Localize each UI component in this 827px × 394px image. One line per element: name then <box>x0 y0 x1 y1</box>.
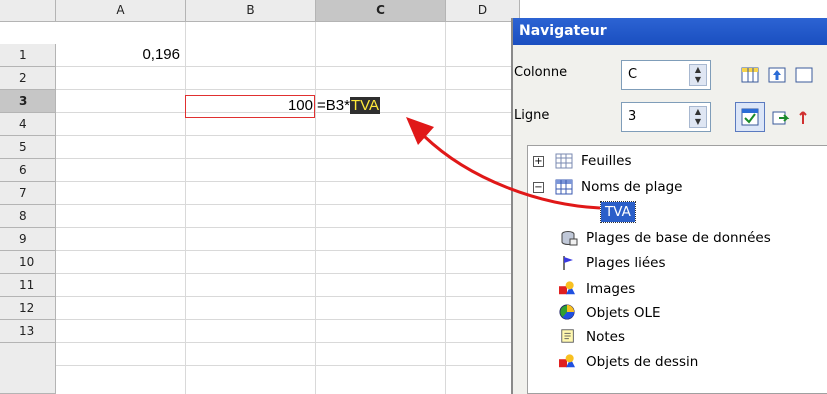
row-header-9[interactable]: 9 <box>0 228 56 251</box>
grid-line <box>445 22 446 394</box>
grid-line <box>56 89 520 90</box>
tree-item-sheets[interactable]: Feuilles <box>581 150 631 172</box>
spin-arrows-icon[interactable]: ▲ ▼ <box>689 64 707 86</box>
data-range-icon[interactable] <box>740 65 760 85</box>
tree-item-ole-objects[interactable]: Objets OLE <box>586 302 661 324</box>
tree-item-db-ranges[interactable]: Plages de base de données <box>586 227 771 249</box>
grid-line <box>56 273 520 274</box>
grid-line <box>56 250 520 251</box>
grid-line <box>56 296 520 297</box>
row-header-11[interactable]: 11 <box>0 274 56 297</box>
navigator-title[interactable]: Navigateur <box>513 18 827 45</box>
grid-line <box>56 204 520 205</box>
end-icon[interactable] <box>794 65 814 85</box>
spreadsheet-grid[interactable]: A B C D 1 2 3 4 5 6 7 8 9 10 11 12 13 0,… <box>0 0 520 394</box>
row-header-6[interactable]: 6 <box>0 159 56 182</box>
tree-item-drawing-objects[interactable]: Objets de dessin <box>586 351 698 373</box>
tree-item-tva[interactable]: TVA <box>600 201 636 223</box>
column-spinbox[interactable]: C ▲ ▼ <box>621 60 711 90</box>
start-icon[interactable] <box>767 65 787 85</box>
row-header-1[interactable]: 1 <box>0 44 56 67</box>
grid-line <box>185 22 186 394</box>
toggle-icon[interactable] <box>771 108 791 128</box>
navigator-panel: Navigateur Colonne C ▲ ▼ Ligne 3 ▲ ▼ + Feu… <box>511 18 827 394</box>
row-value: 3 <box>628 109 637 124</box>
database-icon <box>561 231 578 246</box>
toolbar-clip <box>797 108 827 128</box>
row-header-2[interactable]: 2 <box>0 67 56 90</box>
row-spinbox[interactable]: 3 ▲ ▼ <box>621 102 711 132</box>
select-all-corner[interactable] <box>0 0 56 22</box>
grid-line <box>56 227 520 228</box>
tree-item-notes[interactable]: Notes <box>586 326 625 348</box>
row-header-12[interactable]: 12 <box>0 297 56 320</box>
notes-icon <box>561 329 574 343</box>
grid-line <box>56 158 520 159</box>
row-header-7[interactable]: 7 <box>0 182 56 205</box>
column-label: Colonne <box>514 65 568 80</box>
row-label: Ligne <box>514 108 550 123</box>
ole-objects-icon <box>559 304 575 320</box>
content-toggle-button[interactable] <box>735 102 765 132</box>
grid-line <box>56 181 520 182</box>
range-names-icon <box>555 179 573 195</box>
images-icon <box>559 281 575 295</box>
tree-item-range-names[interactable]: Noms de plage <box>581 176 682 198</box>
grid-line <box>56 135 520 136</box>
column-value: C <box>628 67 638 82</box>
sheets-icon <box>555 153 573 169</box>
grid-line <box>315 22 316 394</box>
flag-icon <box>563 256 573 270</box>
spin-arrows-icon[interactable]: ▲ ▼ <box>689 106 707 128</box>
collapse-range-names-icon[interactable]: − <box>533 182 544 193</box>
row-header-13[interactable]: 13 <box>0 320 56 343</box>
toolbar-clip <box>794 65 827 85</box>
column-header-d[interactable]: D <box>446 0 520 22</box>
drawing-objects-icon <box>559 354 575 368</box>
row-header-3[interactable]: 3 <box>0 90 56 113</box>
grid-line <box>56 66 520 67</box>
drag-mode-icon[interactable] <box>797 108 817 128</box>
navigator-tree[interactable]: + Feuilles − Noms de plage TVA Plages de… <box>527 145 827 394</box>
column-header-b[interactable]: B <box>186 0 316 22</box>
formula-range-name: TVA <box>349 97 381 114</box>
formula-prefix: =B3* <box>317 97 350 114</box>
tree-item-linked-ranges[interactable]: Plages liées <box>586 252 666 274</box>
grid-line <box>56 319 520 320</box>
tree-item-images[interactable]: Images <box>586 278 635 300</box>
column-header-c[interactable]: C <box>316 0 446 22</box>
row-header-8[interactable]: 8 <box>0 205 56 228</box>
row-header-5[interactable]: 5 <box>0 136 56 159</box>
cell-a1[interactable]: 0,196 <box>56 44 180 66</box>
cell-b3: 100 <box>287 97 313 114</box>
row-header-filler <box>0 343 56 394</box>
column-header-a[interactable]: A <box>56 0 186 22</box>
content-checkmark-icon <box>741 108 759 126</box>
row-header-10[interactable]: 10 <box>0 251 56 274</box>
cell-c3[interactable]: =B3*TVA <box>317 95 445 117</box>
grid-line <box>56 342 520 343</box>
expand-sheets-icon[interactable]: + <box>533 156 544 167</box>
row-header-4[interactable]: 4 <box>0 113 56 136</box>
grid-line <box>56 365 520 366</box>
